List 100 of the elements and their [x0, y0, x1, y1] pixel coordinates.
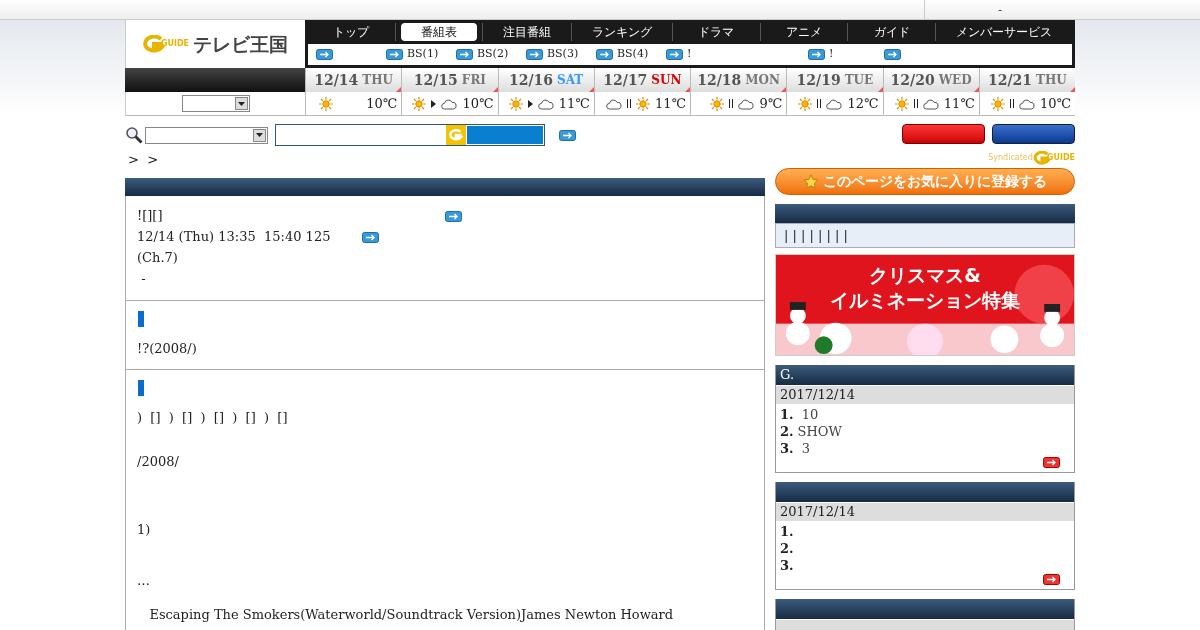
program-text: /2008/	[137, 452, 179, 471]
date-tab[interactable]: 12/16 SAT	[497, 68, 594, 92]
temperature: 10℃	[1039, 94, 1071, 113]
date-tab[interactable]: 12/15 FRI	[401, 68, 498, 92]
caret-icon	[256, 133, 263, 137]
weekday-text: THU	[1036, 72, 1067, 89]
nav-tab[interactable]: 番組表	[400, 23, 477, 41]
program-text: …	[137, 571, 150, 590]
star-icon	[803, 173, 819, 190]
temperature: 12℃	[847, 94, 879, 113]
search-icon	[125, 126, 143, 144]
weekday-text: WED	[938, 72, 972, 89]
cloud-icon	[922, 97, 939, 110]
sun-icon	[710, 96, 725, 111]
corner-mark-icon	[877, 87, 883, 92]
sun-icon	[635, 96, 650, 111]
section-marker	[138, 310, 144, 327]
nav-tab[interactable]: アニメ	[766, 23, 843, 41]
program-text: Escaping The Smokers(Waterworld/Soundtrack Version)James Newton Howard	[148, 605, 674, 624]
sub-nav-link[interactable]: BS(3)	[547, 46, 579, 63]
sun-icon	[990, 96, 1005, 111]
date-text: 12/14	[314, 70, 359, 90]
nav-tab[interactable]: ガイド	[853, 23, 930, 41]
cloud-icon	[537, 97, 554, 110]
weekday-text: FRI	[461, 72, 486, 89]
breadcrumb: > >	[128, 151, 160, 169]
sub-nav-link[interactable]: BS(4)	[617, 46, 649, 63]
date-text: 12/18	[697, 70, 742, 90]
weekday-text: THU	[362, 72, 394, 89]
program-text: -	[140, 270, 146, 289]
sometimes-bar-icon	[729, 99, 734, 108]
rank-number: 1.	[780, 522, 794, 541]
date-text: 12/21	[987, 70, 1033, 90]
genre-links: | | | | | | | |	[784, 226, 848, 245]
arrow-button[interactable]	[666, 49, 683, 60]
date-tab[interactable]: 12/17 SUN	[593, 68, 690, 92]
nav-tab[interactable]: 注目番組	[483, 23, 572, 41]
sometimes-bar-icon	[913, 99, 918, 108]
date-text: 12/15	[413, 70, 458, 90]
dropdown[interactable]	[145, 126, 268, 144]
arrow-button[interactable]	[808, 49, 825, 60]
date-text: 12/17	[603, 70, 648, 90]
weekday-text: TUE	[844, 72, 874, 89]
sun-icon	[798, 96, 813, 111]
arrow-button[interactable]	[526, 49, 543, 60]
arrow-button[interactable]	[884, 49, 901, 60]
register-button[interactable]	[992, 124, 1075, 144]
ranking-date: 2017/12/14	[780, 503, 855, 522]
arrow-button[interactable]	[316, 49, 333, 60]
ranking-date: 2017/12/14	[780, 386, 855, 405]
arrow-button[interactable]	[456, 49, 473, 60]
date-text: 12/19	[796, 70, 841, 90]
search-button[interactable]	[466, 125, 544, 145]
sun-icon	[508, 96, 523, 111]
date-tab[interactable]: 12/14 THU	[305, 68, 402, 92]
banner-title: クリスマス&	[869, 263, 981, 288]
cloud-icon	[738, 97, 755, 110]
arrow-button[interactable]	[596, 49, 613, 60]
program-text: !?(2008/)	[137, 339, 197, 358]
temperature: 11℃	[654, 94, 686, 113]
sub-nav-link[interactable]: !	[829, 46, 834, 63]
corner-mark-icon	[588, 87, 594, 92]
date-tab[interactable]: 12/18 MON	[690, 68, 787, 92]
cloud-icon	[605, 97, 622, 110]
rank-number: 2.	[780, 422, 794, 441]
dropdown[interactable]	[181, 95, 250, 112]
nav-tab[interactable]: ランキング	[572, 23, 673, 41]
sub-nav-link[interactable]: !	[687, 46, 692, 63]
caret-icon	[237, 101, 245, 106]
nav-tab[interactable]: ドラマ	[678, 23, 755, 41]
date-tab[interactable]: 12/19 TUE	[786, 68, 883, 92]
arrow-button[interactable]	[1043, 457, 1060, 468]
weekday-text: SAT	[557, 72, 584, 89]
arrow-button[interactable]	[444, 210, 462, 222]
sometimes-bar-icon	[817, 99, 822, 108]
sun-icon	[894, 96, 909, 111]
arrow-button[interactable]	[362, 231, 380, 243]
nav-tab[interactable]: トップ	[313, 23, 390, 41]
nav-tab[interactable]: メンバーサービス	[935, 23, 1072, 41]
sub-nav-link[interactable]: BS(1)	[407, 46, 439, 63]
g-logo-icon	[449, 129, 463, 141]
rank-number: 3.	[780, 556, 794, 575]
corner-mark-icon	[492, 87, 498, 92]
login-button[interactable]	[902, 124, 985, 144]
arrow-button[interactable]	[1043, 574, 1060, 585]
program-text: ) [] ) [] ) [] ) [] ) []	[137, 408, 288, 427]
search-field[interactable]	[275, 124, 545, 146]
date-tab[interactable]: 12/20 WED	[882, 68, 979, 92]
then-arrow-icon	[431, 99, 437, 108]
date-tab[interactable]: 12/21 THU	[978, 68, 1075, 92]
sub-nav-link[interactable]: BS(2)	[477, 46, 509, 63]
corner-mark-icon	[1070, 87, 1075, 92]
site-name: テレビ王国	[193, 31, 289, 57]
rank-number: 1.	[780, 405, 794, 424]
program-text: ![][]	[137, 207, 163, 226]
top-bar-text: -	[998, 2, 1002, 19]
cloud-icon	[441, 97, 458, 110]
arrow-button[interactable]	[386, 49, 403, 60]
arrow-button[interactable]	[559, 129, 576, 141]
corner-mark-icon	[685, 87, 690, 92]
